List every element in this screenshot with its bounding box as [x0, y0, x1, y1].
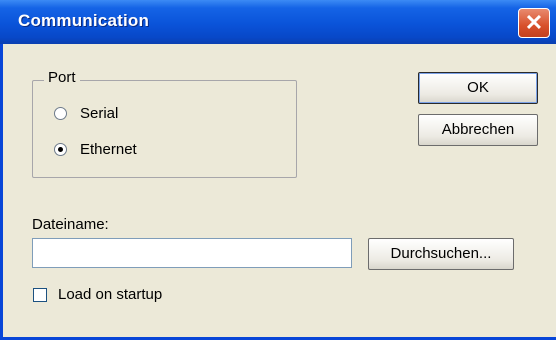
load-on-startup-checkbox[interactable] [33, 287, 47, 302]
radio-ethernet-label: Ethernet [80, 141, 137, 158]
radio-serial-label: Serial [80, 105, 119, 122]
radio-serial[interactable]: Serial [54, 105, 118, 122]
port-group-label: Port [44, 69, 80, 86]
cancel-button[interactable]: Abbrechen [418, 114, 538, 146]
radio-ethernet[interactable]: Ethernet [54, 141, 137, 158]
title-bar[interactable]: Communication ✕ [0, 0, 556, 44]
load-on-startup-row[interactable]: Load on startup [33, 286, 162, 303]
radio-serial-circle[interactable] [54, 107, 67, 120]
window-title: Communication [18, 11, 150, 30]
close-icon: ✕ [524, 10, 544, 35]
filename-input[interactable] [32, 238, 352, 268]
browse-button[interactable]: Durchsuchen... [368, 238, 514, 270]
load-on-startup-label: Load on startup [58, 286, 163, 303]
port-groupbox [32, 80, 297, 178]
close-button[interactable]: ✕ [518, 8, 550, 38]
ok-button[interactable]: OK [418, 72, 538, 104]
radio-ethernet-circle[interactable] [54, 143, 67, 156]
filename-label: Dateiname: [32, 216, 109, 233]
